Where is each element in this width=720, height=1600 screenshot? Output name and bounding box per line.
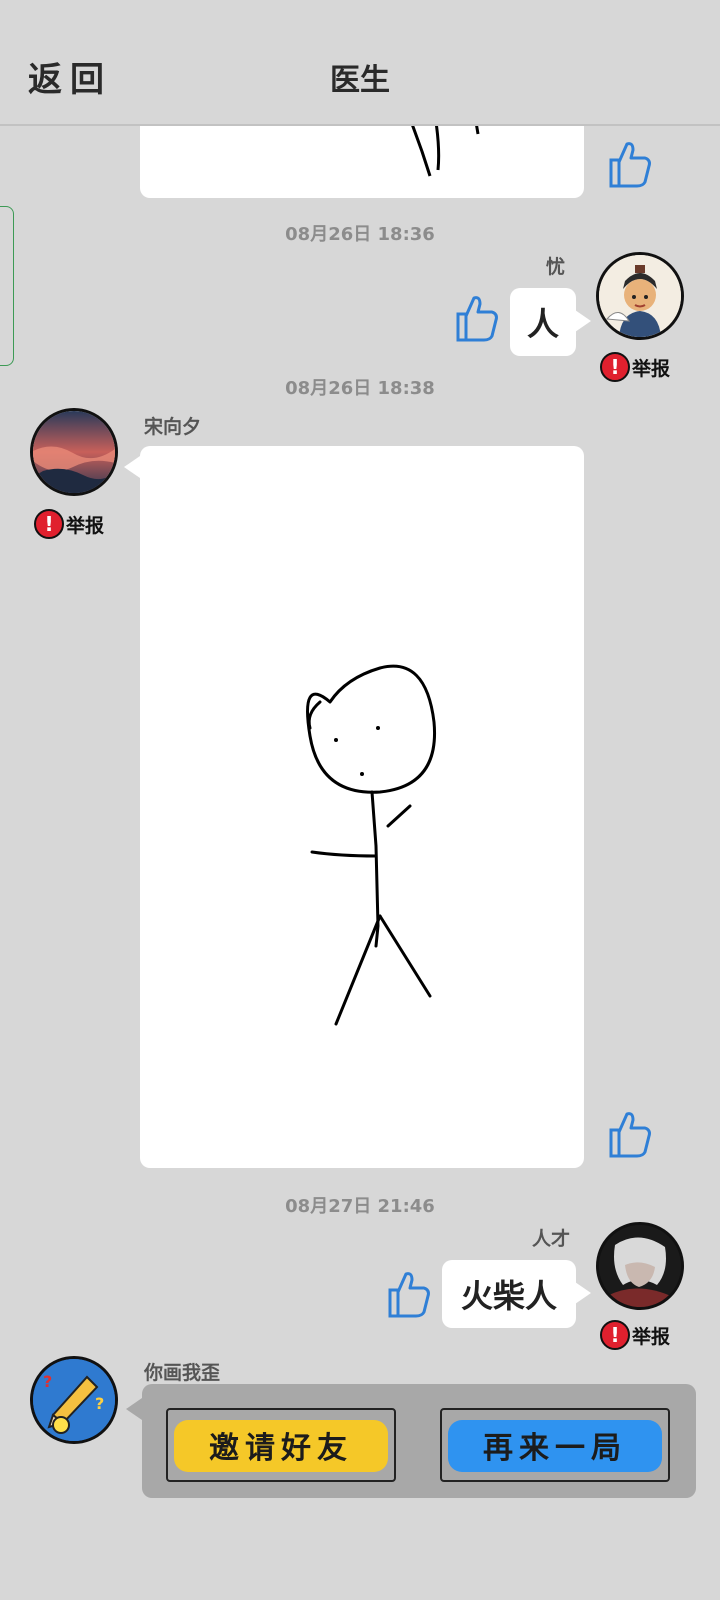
header-bar: 返回 医生 bbox=[0, 0, 720, 126]
message-timestamp: 08月26日 18:36 bbox=[285, 224, 435, 245]
svg-text:?: ? bbox=[95, 1394, 104, 1413]
message-text: 人 bbox=[526, 305, 559, 343]
sender-name: 宋向夕 bbox=[144, 416, 202, 438]
avatar[interactable] bbox=[596, 1222, 684, 1310]
report-label: 举报 bbox=[66, 514, 105, 537]
game-invite-card: 邀请好友 再来一局 bbox=[142, 1384, 696, 1498]
stick-figure-drawing bbox=[306, 664, 437, 1026]
page-title: 医生 bbox=[330, 63, 390, 98]
thumbs-up-icon[interactable] bbox=[605, 1108, 653, 1160]
sender-name: 你画我歪 bbox=[144, 1362, 221, 1384]
svg-text:?: ? bbox=[43, 1372, 52, 1391]
bubble-tail bbox=[124, 456, 140, 478]
message-timestamp: 08月26日 18:38 bbox=[285, 378, 435, 399]
drawing-panel[interactable] bbox=[140, 446, 584, 1168]
report-alert-icon: ! bbox=[600, 1320, 630, 1350]
sender-name: 人才 bbox=[532, 1228, 571, 1250]
bubble-tail bbox=[126, 1398, 142, 1420]
message-bubble[interactable]: 火柴人 bbox=[442, 1260, 576, 1328]
avatar-dark-character bbox=[599, 1225, 681, 1307]
thumbs-up-icon[interactable] bbox=[605, 138, 653, 190]
message-timestamp: 08月27日 21:46 bbox=[285, 1196, 435, 1217]
report-alert-icon: ! bbox=[34, 509, 64, 539]
report-button[interactable]: ! 举报 bbox=[600, 1320, 670, 1350]
play-again-button[interactable]: 再来一局 bbox=[440, 1408, 670, 1482]
message-bubble[interactable]: 人 bbox=[510, 288, 576, 356]
invite-button-label: 邀请好友 bbox=[209, 1431, 353, 1466]
report-button[interactable]: ! 举报 bbox=[34, 509, 104, 539]
thumbs-up-icon[interactable] bbox=[452, 292, 500, 344]
game-logo-pencil-avatar: ? ? bbox=[33, 1359, 115, 1441]
avatar[interactable] bbox=[30, 408, 118, 496]
avatar[interactable] bbox=[596, 252, 684, 340]
avatar-portrait-illustration bbox=[599, 255, 681, 337]
bubble-tail bbox=[575, 310, 591, 332]
invite-friends-button[interactable]: 邀请好友 bbox=[166, 1408, 396, 1482]
bubble-tail bbox=[575, 1282, 591, 1304]
report-label: 举报 bbox=[632, 1325, 671, 1348]
avatar[interactable]: ? ? bbox=[30, 1356, 118, 1444]
thumbs-up-icon[interactable] bbox=[384, 1268, 432, 1320]
sender-name: 忧 bbox=[546, 256, 566, 278]
play-again-button-label: 再来一局 bbox=[483, 1431, 627, 1466]
message-text: 火柴人 bbox=[460, 1277, 557, 1315]
avatar-sunset-clouds bbox=[33, 411, 115, 493]
